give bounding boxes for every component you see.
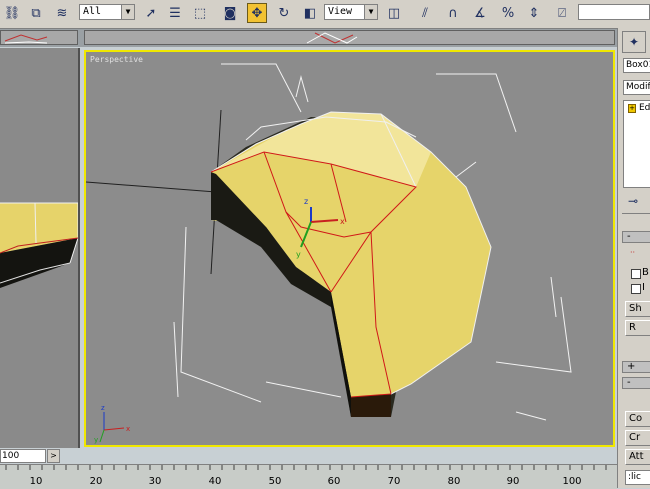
frame-counter-field[interactable]: 100: [0, 449, 46, 463]
rotate-icon[interactable]: ↻: [274, 3, 294, 23]
selection-filter-dropdown[interactable]: All ▼: [79, 4, 135, 20]
viewport-label[interactable]: Perspective: [90, 55, 143, 64]
angle-snap-icon[interactable]: ∡: [470, 3, 490, 23]
soft-selection-rollout-header[interactable]: +: [622, 361, 650, 373]
spinner-snap-icon[interactable]: ⇕: [524, 3, 544, 23]
divider: [622, 213, 650, 214]
viewport-header-strip: [0, 29, 617, 47]
mirror-icon[interactable]: ⫽: [415, 3, 435, 23]
by-vertex-label: B: [642, 267, 649, 278]
unlink-icon[interactable]: ⧉: [26, 3, 46, 23]
command-panel: ✦ Box01 Modifi + Ed ⊸ - ·· B I Sh R + - …: [617, 28, 650, 488]
gizmo-x-label: x: [340, 217, 345, 226]
chevron-down-icon: ▼: [121, 5, 134, 19]
coordinate-system-dropdown[interactable]: View ▼: [324, 4, 378, 20]
ruler-tick-label: 80: [447, 476, 461, 487]
gizmo-y-label: y: [296, 250, 301, 259]
stack-item-label[interactable]: Ed: [639, 103, 650, 113]
rollout-toggle: -: [627, 231, 631, 242]
tripod-x-label: x: [126, 425, 130, 433]
attach-button-label: Att: [629, 451, 644, 462]
selection-filter-value: All: [83, 6, 102, 17]
rollout-toggle: +: [627, 361, 636, 372]
coordinate-system-value: View: [328, 6, 353, 17]
ruler-tick-label: 60: [327, 476, 341, 487]
ring-button[interactable]: R: [625, 320, 650, 336]
pivot-icon[interactable]: ◫: [384, 3, 404, 23]
connect-button[interactable]: Co: [625, 411, 650, 427]
ruler-ticks: [5, 465, 607, 470]
ignore-backfacing-label: I: [642, 282, 645, 293]
left-viewport[interactable]: [0, 48, 80, 448]
vertex-mode-icon[interactable]: ··: [630, 249, 642, 257]
gizmo-z-label: z: [304, 197, 308, 206]
expand-icon[interactable]: +: [628, 104, 636, 113]
snap-icon[interactable]: ∩: [443, 3, 463, 23]
frame-counter-value: 100: [2, 451, 20, 461]
shrink-button[interactable]: Sh: [625, 301, 650, 317]
slice-field[interactable]: :lic: [625, 470, 650, 485]
scene-geometry: z x y z x y: [86, 63, 572, 444]
perspective-viewport[interactable]: Perspective z x y z x y: [84, 50, 615, 447]
front-viewport-header[interactable]: [84, 30, 615, 45]
front-viewport-preview: [306, 32, 358, 44]
by-vertex-checkbox[interactable]: [631, 269, 641, 279]
edit-edges-rollout-header[interactable]: -: [622, 377, 650, 389]
ruler-tick-label: 20: [89, 476, 103, 487]
named-selection-field[interactable]: [578, 4, 650, 20]
ruler-tick-label: 100: [562, 476, 582, 487]
selection-rollout-header[interactable]: -: [622, 231, 650, 243]
main-toolbar: ⛓ ⧉ ≋ All ▼ ➚ ☰ ⬚ ◙ ✥ ↻ ◧ View ▼ ◫ ⫽ ∩ ∡…: [0, 0, 650, 29]
slice-field-value: :lic: [628, 472, 641, 482]
chevron-right-icon[interactable]: >: [47, 449, 60, 463]
tripod-y-label: y: [94, 436, 98, 444]
shrink-button-label: Sh: [629, 303, 642, 314]
top-viewport-header[interactable]: [0, 30, 78, 45]
ruler-tick-label: 70: [387, 476, 401, 487]
attach-button[interactable]: Att: [625, 449, 650, 465]
ruler-tick-label: 40: [208, 476, 222, 487]
modifier-stack[interactable]: + Ed: [623, 100, 650, 188]
track-bar-ruler[interactable]: 10 20 30 40 50 60 70 80 90 100: [0, 464, 617, 489]
create-tab-icon[interactable]: ✦: [622, 31, 646, 53]
world-axis-tripod: z x y: [94, 404, 130, 444]
ignore-backfacing-checkbox[interactable]: [631, 284, 641, 294]
world-axis-line: [86, 181, 217, 193]
percent-snap-icon[interactable]: %: [498, 3, 518, 23]
top-viewport-preview: [4, 34, 48, 44]
select-icon[interactable]: ➚: [141, 3, 161, 23]
object-name-field[interactable]: Box01: [623, 58, 650, 73]
ruler-tick-label: 10: [29, 476, 43, 487]
connect-button-label: Co: [629, 413, 643, 424]
rollout-toggle: -: [627, 377, 631, 388]
pin-stack-icon[interactable]: ⊸: [628, 194, 638, 208]
create-shape-button[interactable]: Cr: [625, 430, 650, 446]
select-by-name-icon[interactable]: ☰: [165, 3, 185, 23]
tripod-z-label: z: [101, 404, 105, 412]
ruler-tick-label: 50: [268, 476, 282, 487]
modifier-list-dropdown[interactable]: Modifi: [623, 80, 650, 95]
named-selection-icon[interactable]: ⍁: [552, 3, 572, 23]
window-crossing-icon[interactable]: ◙: [220, 3, 240, 23]
object-name-value: Box01: [626, 60, 650, 70]
ruler-tick-label: 90: [506, 476, 520, 487]
move-icon[interactable]: ✥: [247, 3, 267, 23]
bind-spacewarp-icon[interactable]: ≋: [52, 3, 72, 23]
left-viewport-geometry: [0, 202, 78, 288]
modifier-list-value: Modifi: [626, 82, 650, 92]
create-shape-button-label: Cr: [629, 432, 641, 443]
rect-region-icon[interactable]: ⬚: [190, 3, 210, 23]
scale-icon[interactable]: ◧: [300, 3, 320, 23]
chevron-down-icon: ▼: [364, 5, 377, 19]
link-icon[interactable]: ⛓: [2, 3, 22, 23]
ruler-tick-label: 30: [148, 476, 162, 487]
ring-button-label: R: [629, 322, 636, 333]
